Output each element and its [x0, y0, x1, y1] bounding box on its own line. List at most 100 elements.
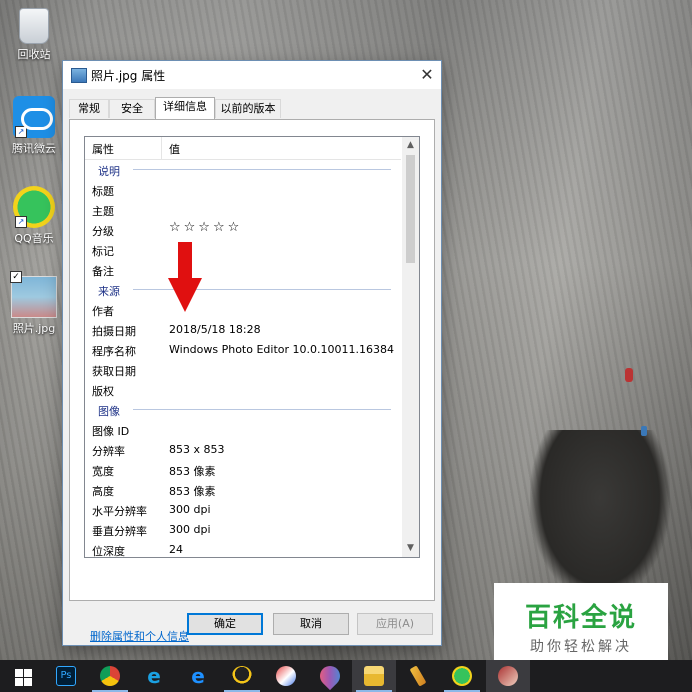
property-row[interactable]: 程序名称 Windows Photo Editor 10.0.10011.1638…	[85, 339, 401, 359]
start-icon	[15, 669, 23, 677]
column-header-property[interactable]: 属性	[92, 141, 114, 157]
property-row[interactable]: 高度 853 像素	[85, 479, 401, 499]
property-row[interactable]: 拍摄日期 2018/5/18 18:28	[85, 319, 401, 339]
property-name: 作者	[92, 305, 114, 318]
taskbar-app[interactable]	[264, 660, 308, 692]
edge-icon: e	[191, 664, 205, 688]
taskbar-qq[interactable]	[220, 660, 264, 692]
checkbox-icon[interactable]: ✓	[10, 271, 22, 283]
desktop-icon-qq-music[interactable]: ↗ QQ音乐	[2, 186, 66, 246]
property-name: 拍摄日期	[92, 325, 136, 338]
property-name: 标题	[92, 185, 114, 198]
column-header-value[interactable]: 值	[169, 141, 180, 157]
climber-figure	[625, 368, 633, 382]
ok-button[interactable]: 确定	[187, 613, 263, 635]
scroll-down-icon[interactable]: ▼	[402, 540, 419, 557]
property-row[interactable]: 宽度 853 像素	[85, 459, 401, 479]
property-name: 备注	[92, 265, 114, 278]
taskbar-chrome[interactable]	[88, 660, 132, 692]
tab-general[interactable]: 常规	[69, 99, 109, 118]
property-row[interactable]: 水平分辨率 300 dpi	[85, 499, 401, 519]
taskbar-cleaner[interactable]	[396, 660, 440, 692]
cleaner-icon	[409, 665, 427, 687]
scrollbar-thumb[interactable]	[406, 155, 415, 263]
property-row[interactable]: 标题	[85, 179, 401, 199]
cancel-button[interactable]: 取消	[273, 613, 349, 635]
shortcut-arrow-icon: ↗	[15, 216, 27, 228]
taskbar-qq-music[interactable]	[440, 660, 484, 692]
property-name: 版权	[92, 385, 114, 398]
rating-stars-icon[interactable]: ☆☆☆☆☆	[169, 220, 242, 235]
qq-icon	[232, 666, 252, 686]
details-panel: 属性 值 说明标题主题分级 ☆☆☆☆☆ 标记备注 来源作者 拍摄日期 2018/5/18 …	[69, 119, 435, 643]
property-row[interactable]: 位深度 24	[85, 539, 401, 557]
property-value: 300 dpi	[169, 523, 211, 536]
property-row[interactable]: 备注	[85, 259, 401, 279]
rock-outcrop	[530, 430, 670, 600]
group-divider	[133, 169, 391, 170]
property-row[interactable]: 版权	[85, 379, 401, 399]
remove-properties-link[interactable]: 删除属性和个人信息	[90, 628, 189, 644]
property-row[interactable]: 作者	[85, 299, 401, 319]
tab-previous-versions[interactable]: 以前的版本	[215, 99, 281, 118]
property-row[interactable]: 获取日期	[85, 359, 401, 379]
maps-icon	[315, 661, 345, 691]
vertical-scrollbar[interactable]: ▲ ▼	[402, 137, 419, 557]
tab-details[interactable]: 详细信息	[155, 97, 215, 119]
properties-list[interactable]: 属性 值 说明标题主题分级 ☆☆☆☆☆ 标记备注 来源作者 拍摄日期 2018/5/18 …	[84, 136, 420, 558]
apply-button[interactable]: 应用(A)	[357, 613, 433, 635]
property-row[interactable]: 分级 ☆☆☆☆☆	[85, 219, 401, 239]
taskbar-edge[interactable]: e	[176, 660, 220, 692]
property-value: 853 像素	[169, 465, 216, 478]
red-arrow-annotation	[168, 242, 202, 312]
start-icon-pane	[15, 678, 23, 686]
ie-icon: e	[147, 664, 161, 688]
image-file-icon	[71, 68, 87, 83]
properties-dialog: 照片.jpg 属性 ✕ 常规 安全 详细信息 以前的版本 属性 值 说明标题主题…	[62, 60, 442, 646]
property-row[interactable]: 分辨率 853 x 853	[85, 439, 401, 459]
property-value: 300 dpi	[169, 503, 211, 516]
column-divider[interactable]	[161, 137, 162, 159]
desktop-icon-photo[interactable]: ✓ 照片.jpg	[2, 271, 66, 336]
property-name: 主题	[92, 205, 114, 218]
taskbar-file-explorer[interactable]	[352, 660, 396, 692]
property-value: 853 像素	[169, 485, 216, 498]
property-row[interactable]: 标记	[85, 239, 401, 259]
photo-file-icon: ✓	[10, 271, 57, 318]
property-row[interactable]: 垂直分辨率 300 dpi	[85, 519, 401, 539]
qq-music-icon	[452, 666, 472, 686]
group-divider	[133, 409, 391, 410]
close-icon[interactable]: ✕	[413, 61, 441, 89]
property-value: 24	[169, 543, 183, 556]
list-header: 属性 值	[85, 137, 401, 160]
tab-security[interactable]: 安全	[109, 99, 155, 118]
dialog-titlebar[interactable]: 照片.jpg 属性 ✕	[63, 61, 441, 89]
property-name: 分级	[92, 225, 114, 238]
chrome-icon	[100, 666, 120, 686]
desktop-icon-weiyun[interactable]: ↗ 腾讯微云	[2, 96, 66, 156]
property-name: 程序名称	[92, 345, 136, 358]
property-row[interactable]: 主题	[85, 199, 401, 219]
property-row[interactable]: 图像 ID	[85, 419, 401, 439]
property-value: Windows Photo Editor 10.0.10011.16384	[169, 343, 394, 356]
taskbar-photoshop[interactable]: Ps	[44, 660, 88, 692]
taskbar-media[interactable]	[486, 660, 530, 692]
watermark-badge: 百科全说 助你轻松解决	[494, 583, 668, 663]
group-header[interactable]: 来源	[85, 279, 401, 299]
group-header[interactable]: 图像	[85, 399, 401, 419]
taskbar-maps[interactable]	[308, 660, 352, 692]
start-button[interactable]	[0, 660, 44, 692]
climber-figure-2	[641, 426, 647, 436]
desktop-icon-label: QQ音乐	[14, 232, 54, 245]
scroll-up-icon[interactable]: ▲	[402, 137, 419, 154]
dialog-title: 照片.jpg 属性	[91, 69, 166, 83]
file-explorer-icon	[364, 666, 384, 686]
group-label: 说明	[98, 165, 120, 178]
group-header[interactable]: 说明	[85, 159, 401, 179]
qq-music-icon: ↗	[13, 186, 55, 228]
desktop-icon-recycle-bin[interactable]: 回收站	[2, 8, 66, 62]
app-icon	[276, 666, 296, 686]
start-icon-pane	[24, 669, 32, 677]
taskbar-ie[interactable]: e	[132, 660, 176, 692]
weiyun-cloud-icon: ↗	[13, 96, 55, 138]
